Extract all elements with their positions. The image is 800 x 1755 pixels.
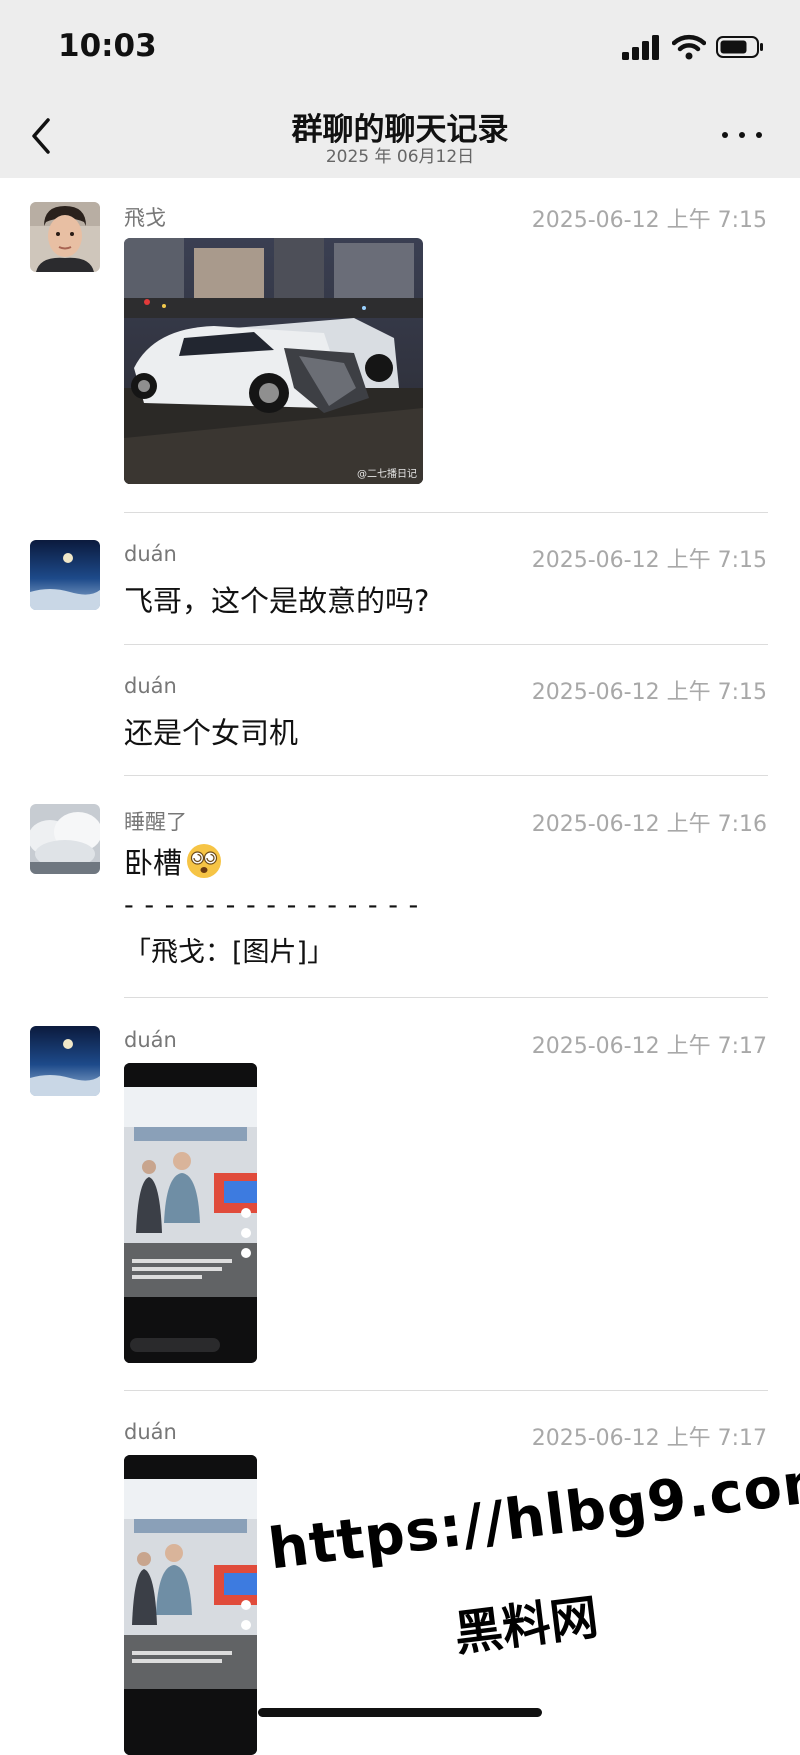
avatar[interactable] bbox=[30, 540, 100, 610]
message-divider bbox=[124, 644, 768, 645]
message-timestamp: 2025-06-12 上午 7:17 bbox=[531, 1034, 767, 1059]
sender-name: duán bbox=[124, 1028, 177, 1052]
avatar[interactable] bbox=[30, 804, 100, 874]
sender-name: 飛戈 bbox=[124, 206, 166, 230]
message-text: 飞哥，这个是故意的吗? bbox=[124, 584, 430, 618]
page-date: 2025 年 06月12日 bbox=[325, 147, 475, 167]
sender-name: duán bbox=[124, 1420, 177, 1444]
message-image[interactable] bbox=[124, 1455, 257, 1755]
quoted-message[interactable]: 「飛戈：[图片]」 bbox=[124, 930, 334, 969]
message-divider bbox=[124, 512, 768, 513]
sender-name: 睡醒了 bbox=[124, 810, 187, 834]
image-watermark-caption: @二七播日记 bbox=[357, 469, 417, 480]
more-options-icon[interactable] bbox=[720, 122, 764, 146]
status-icons bbox=[622, 34, 764, 62]
signal-icon bbox=[622, 35, 659, 60]
message-divider bbox=[124, 1390, 768, 1391]
message-text: 还是个女司机 bbox=[124, 716, 299, 750]
message-timestamp: 2025-06-12 上午 7:15 bbox=[531, 208, 767, 233]
battery-icon bbox=[716, 36, 763, 58]
avatar[interactable] bbox=[30, 202, 100, 272]
dizzy-face-emoji-icon bbox=[187, 844, 222, 878]
navigation-bar: 10:03 群聊的聊天记录 2025 年 06月12日 bbox=[0, 0, 800, 178]
message-image[interactable] bbox=[124, 1063, 257, 1363]
message-timestamp: 2025-06-12 上午 7:15 bbox=[531, 680, 767, 705]
sender-name: duán bbox=[124, 674, 177, 698]
message-timestamp: 2025-06-12 上午 7:15 bbox=[531, 548, 767, 573]
wifi-icon bbox=[672, 34, 706, 60]
message-divider bbox=[124, 775, 768, 776]
status-time: 10:03 bbox=[58, 28, 157, 64]
message-divider bbox=[124, 997, 768, 998]
avatar[interactable] bbox=[30, 1026, 100, 1096]
watermark-site-name: 黑料网 bbox=[451, 1589, 602, 1663]
quote-separator: - - - - - - - - - - - - - - - bbox=[124, 890, 420, 921]
message-timestamp: 2025-06-12 上午 7:17 bbox=[531, 1426, 767, 1451]
message-timestamp: 2025-06-12 上午 7:16 bbox=[531, 812, 767, 837]
message-text: 卧槽 bbox=[124, 840, 222, 882]
message-image[interactable]: @二七播日记 bbox=[124, 238, 423, 484]
watermark-url: https://hlbg9.com bbox=[265, 1447, 800, 1583]
sender-name: duán bbox=[124, 542, 177, 566]
message-text-content: 卧槽 bbox=[124, 846, 183, 880]
home-indicator[interactable] bbox=[258, 1708, 542, 1717]
